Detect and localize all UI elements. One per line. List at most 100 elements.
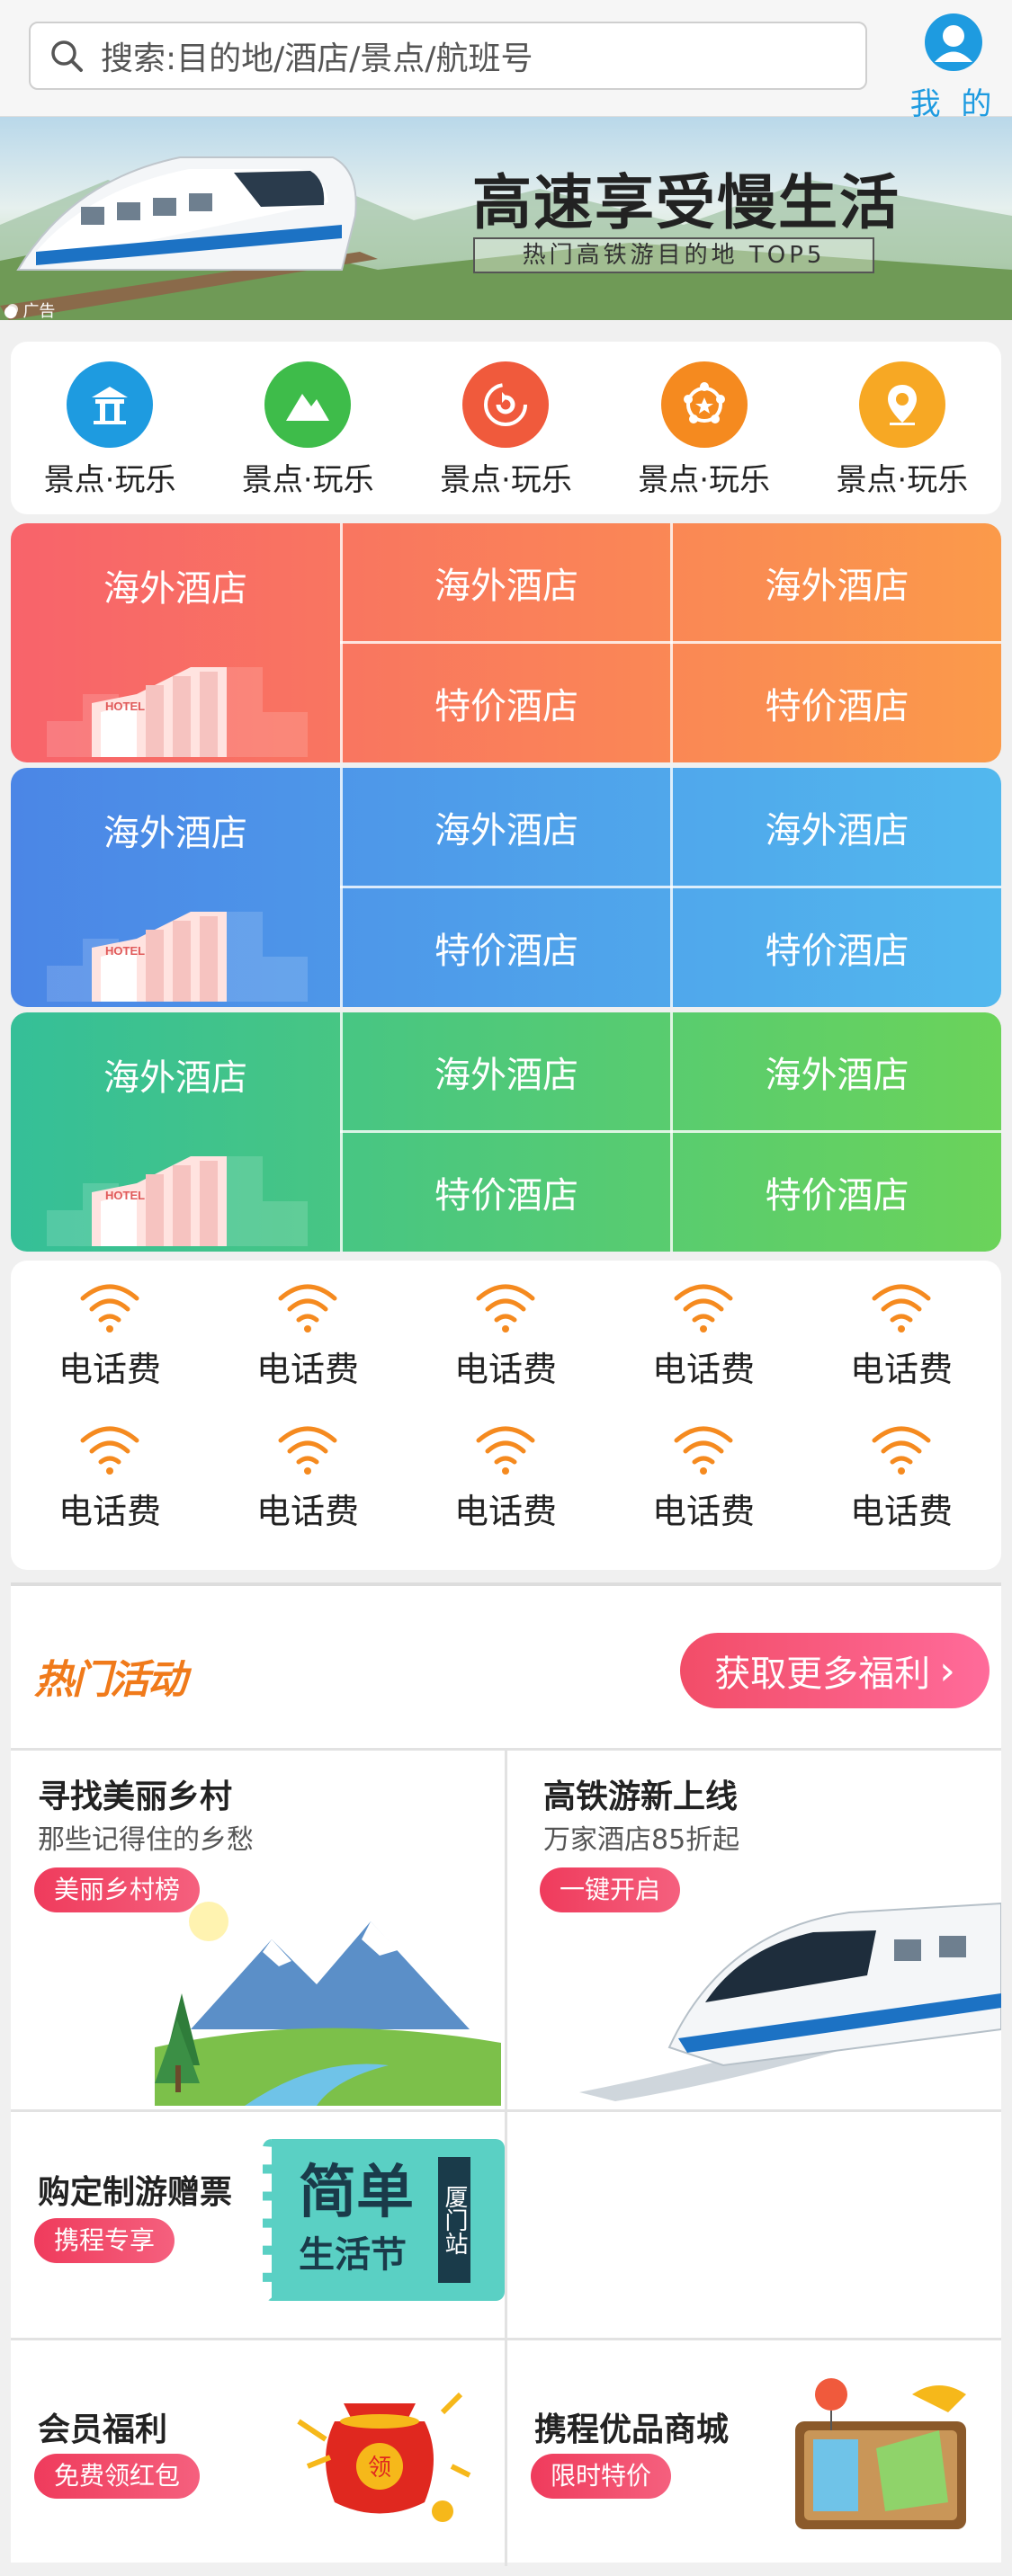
free-red-packet-pill[interactable]: 免费领红包 xyxy=(34,2454,201,2499)
mountain-icon xyxy=(264,361,352,448)
category-row: 景点·玩乐 景点·玩乐 景点·玩乐 景点·玩乐 景点·玩乐 xyxy=(11,342,1001,514)
wifi-signal-icon xyxy=(674,1426,733,1475)
hotel-tile[interactable]: 特价酒店 xyxy=(343,888,670,1007)
category-item-4[interactable]: 景点·玩乐 xyxy=(614,361,794,514)
pavilion-icon xyxy=(67,361,154,448)
card-title: 寻找美丽乡村 xyxy=(38,1778,233,1815)
search-placeholder: 搜索:目的地/酒店/景点/航班号 xyxy=(101,40,533,77)
activity-card-custom-travel[interactable]: 购定制游赠票 携程专享 简单 生活节 厦门站 xyxy=(11,2112,505,2338)
hotel-big-label: 海外酒店 xyxy=(103,568,247,610)
promo-banner[interactable]: 高速享受慢生活 热门高铁游目的地 TOP5 ● 广告 xyxy=(0,117,1012,320)
hot-activities-section: 热门活动 获取更多福利 › 寻找美丽乡村 那些记得住的乡愁 美丽乡村榜 高铁游新… xyxy=(11,1582,1001,2566)
card-subtitle: 万家酒店85折起 xyxy=(543,1824,740,1856)
hotel-row-red: 海外酒店 HOTEL 海外酒店 海外酒店 特价酒店 特价酒店 xyxy=(11,523,1001,762)
more-benefits-button[interactable]: 获取更多福利 › xyxy=(680,1633,990,1708)
simple-life-festival-ticket: 简单 生活节 厦门站 xyxy=(263,2139,505,2301)
hotel-tile[interactable]: 特价酒店 xyxy=(673,644,1001,762)
hot-activities-title: 热门活动 xyxy=(34,1657,187,1703)
phone-bill-label: 电话费 xyxy=(849,1350,953,1389)
ticket-sub-text: 生活节 xyxy=(299,2234,407,2276)
ad-tag: ● 广告 xyxy=(4,302,56,320)
hotel-tile[interactable]: 特价酒店 xyxy=(343,1133,670,1252)
phone-bill-label: 电话费 xyxy=(255,1350,359,1389)
card-title: 携程优品商城 xyxy=(534,2411,730,2448)
category-item-1[interactable]: 景点·玩乐 xyxy=(20,361,200,514)
hotel-tile[interactable]: 海外酒店 xyxy=(673,768,1001,886)
hotel-tile[interactable]: 海外酒店 xyxy=(673,1012,1001,1130)
svg-text:HOTEL: HOTEL xyxy=(105,944,145,958)
ticket-side-text: 厦门站 xyxy=(438,2157,470,2283)
phone-bill-item[interactable]: 电话费 xyxy=(20,1422,200,1533)
mine-button[interactable]: 我 的 xyxy=(909,13,999,122)
activity-card-rail[interactable]: 高铁游新上线 万家酒店85折起 一键开启 xyxy=(507,1751,1001,2109)
travel-suitcase-illustration xyxy=(795,2378,966,2529)
category-label: 景点·玩乐 xyxy=(638,462,771,498)
wifi-signal-icon xyxy=(80,1284,139,1333)
category-label: 景点·玩乐 xyxy=(43,462,176,498)
svg-text:HOTEL: HOTEL xyxy=(105,700,145,713)
mountain-lake-illustration xyxy=(155,1902,501,2106)
phone-bill-label: 电话费 xyxy=(651,1350,755,1389)
location-pin-icon xyxy=(858,361,945,448)
phone-bill-item[interactable]: 电话费 xyxy=(416,1422,596,1533)
category-item-5[interactable]: 景点·玩乐 xyxy=(812,361,992,514)
category-label: 景点·玩乐 xyxy=(241,462,374,498)
hotel-grid: 海外酒店 HOTEL 海外酒店 海外酒店 特价酒店 特价酒店 海外酒店 HOTE… xyxy=(11,523,1001,1252)
grid-divider xyxy=(340,886,1001,888)
hotel-tile[interactable]: 特价酒店 xyxy=(673,888,1001,1007)
hotel-building-illustration: HOTEL xyxy=(47,667,308,757)
activity-card-village[interactable]: 寻找美丽乡村 那些记得住的乡愁 美丽乡村榜 xyxy=(11,1751,505,2109)
activity-card-ctrip-mall[interactable]: 携程优品商城 限时特价 xyxy=(507,2340,1001,2566)
hotel-building-illustration: HOTEL xyxy=(47,1156,308,1246)
phone-bill-item[interactable]: 电话费 xyxy=(811,1422,991,1533)
hotel-tile[interactable]: 海外酒店 xyxy=(673,523,1001,641)
phone-bill-item[interactable]: 电话费 xyxy=(613,1422,793,1533)
svg-text:领: 领 xyxy=(368,2455,391,2482)
card-subtitle: 那些记得住的乡愁 xyxy=(38,1824,254,1856)
card-title: 会员福利 xyxy=(38,2411,168,2448)
banner-subtitle: 热门高铁游目的地 TOP5 xyxy=(473,237,874,273)
category-label: 景点·玩乐 xyxy=(440,462,572,498)
phone-bill-item[interactable]: 电话费 xyxy=(20,1280,200,1391)
phone-bill-label: 电话费 xyxy=(58,1350,161,1389)
red-envelope-bag-illustration: 领 xyxy=(297,2392,471,2522)
hotel-tile[interactable]: 特价酒店 xyxy=(343,644,670,762)
hotel-big-label: 海外酒店 xyxy=(103,813,247,854)
category-item-2[interactable]: 景点·玩乐 xyxy=(218,361,398,514)
category-label: 景点·玩乐 xyxy=(836,462,969,498)
ctrip-exclusive-pill[interactable]: 携程专享 xyxy=(34,2218,175,2263)
hotel-tile[interactable]: 海外酒店 xyxy=(343,768,670,886)
hotel-row-green: 海外酒店 HOTEL 海外酒店 海外酒店 特价酒店 特价酒店 xyxy=(11,1012,1001,1252)
search-input[interactable]: 搜索:目的地/酒店/景点/航班号 xyxy=(29,22,867,90)
hotel-big-tile[interactable]: 海外酒店 HOTEL xyxy=(11,1012,340,1252)
more-benefits-label: 获取更多福利 xyxy=(714,1653,931,1695)
phone-bill-label: 电话费 xyxy=(849,1492,953,1531)
grid-divider xyxy=(340,1130,1001,1133)
phone-bill-item[interactable]: 电话费 xyxy=(218,1422,398,1533)
hotel-tile[interactable]: 海外酒店 xyxy=(343,1012,670,1130)
category-item-3[interactable]: 景点·玩乐 xyxy=(416,361,596,514)
bullet-train-illustration xyxy=(579,1902,1001,2101)
wifi-signal-icon xyxy=(476,1426,535,1475)
limited-time-price-pill[interactable]: 限时特价 xyxy=(531,2454,672,2499)
hotel-big-label: 海外酒店 xyxy=(103,1057,247,1099)
hotel-tile[interactable]: 特价酒店 xyxy=(673,1133,1001,1252)
phone-bill-item[interactable]: 电话费 xyxy=(416,1280,596,1391)
phone-bill-item[interactable]: 电话费 xyxy=(811,1280,991,1391)
refresh-badge-icon xyxy=(462,361,550,448)
top-bar: 搜索:目的地/酒店/景点/航班号 我 的 xyxy=(0,0,1012,122)
wifi-signal-icon xyxy=(872,1284,931,1333)
hotel-big-tile[interactable]: 海外酒店 HOTEL xyxy=(11,523,340,762)
wifi-signal-icon xyxy=(278,1426,337,1475)
wifi-signal-icon xyxy=(80,1426,139,1475)
card-title: 高铁游新上线 xyxy=(543,1778,739,1815)
utility-grid: 电话费 电话费 电话费 电话费 电话费 电话费 电话费 电话费 电话费 电话费 xyxy=(11,1261,1001,1570)
hotel-tile[interactable]: 海外酒店 xyxy=(343,523,670,641)
hotel-big-tile[interactable]: 海外酒店 HOTEL xyxy=(11,768,340,1007)
phone-bill-item[interactable]: 电话费 xyxy=(218,1280,398,1391)
phone-bill-item[interactable]: 电话费 xyxy=(613,1280,793,1391)
user-avatar-icon xyxy=(925,13,982,71)
ticket-main-text: 简单 xyxy=(299,2160,414,2226)
activity-card-member-benefits[interactable]: 会员福利 免费领红包 领 xyxy=(11,2340,505,2566)
hotel-row-blue: 海外酒店 HOTEL 海外酒店 海外酒店 特价酒店 特价酒店 xyxy=(11,768,1001,1007)
